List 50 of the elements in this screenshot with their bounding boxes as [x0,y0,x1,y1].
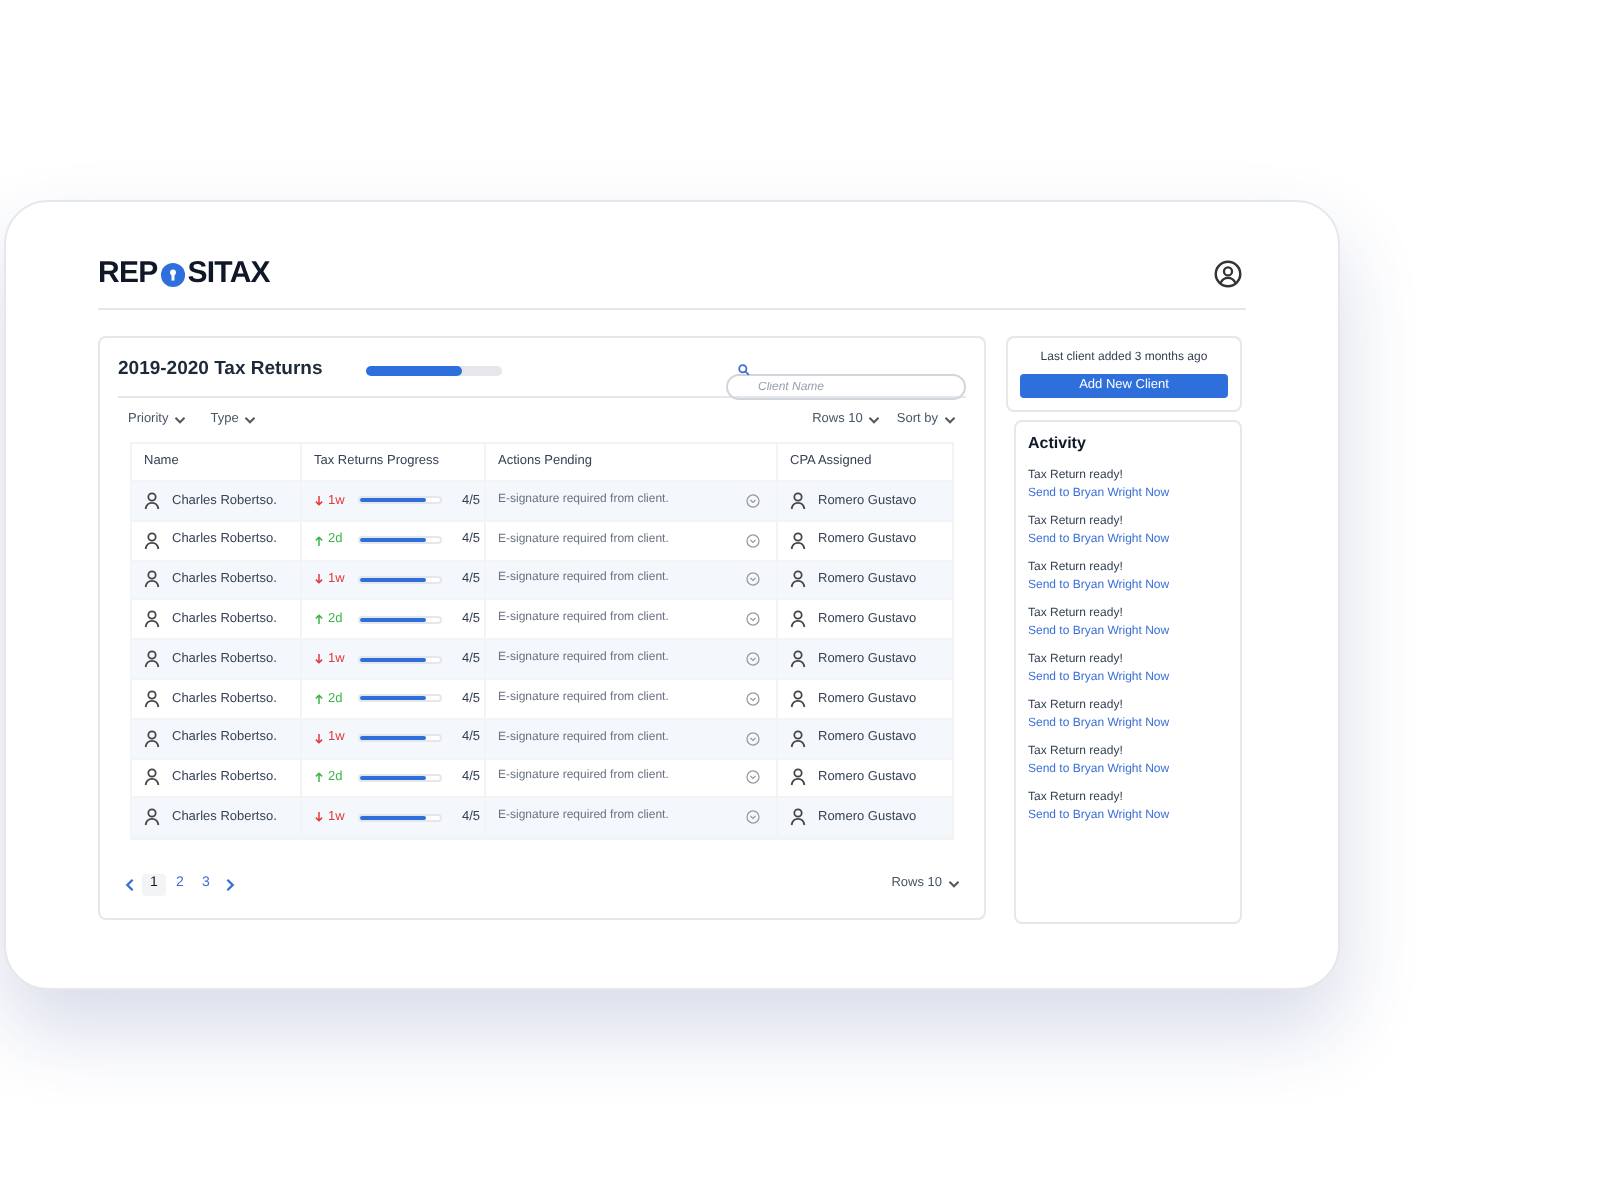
person-icon [790,729,806,748]
chevron-down-icon [244,416,257,424]
chevron-down-icon [944,416,956,424]
chevron-down-icon [174,416,187,424]
person-icon [790,570,806,589]
down-arrow-icon [314,810,324,825]
person-icon [144,768,160,787]
chevron-down-icon [948,880,960,888]
logo-text: REP [98,253,158,294]
person-icon [144,808,160,827]
down-arrow-icon [314,572,324,587]
search-icon [738,364,750,376]
person-icon [790,491,806,510]
person-icon [790,689,806,708]
up-arrow-icon [314,691,324,706]
up-arrow-icon [314,612,324,627]
activity-title: Activity [1028,432,1088,456]
next-page-icon[interactable] [224,877,236,891]
person-icon [144,689,160,708]
logo-text: SITAX [187,253,270,294]
person-icon [790,610,806,629]
up-arrow-icon [314,770,324,785]
keyhole-logo-icon [159,261,186,287]
up-arrow-icon [314,533,324,548]
chevron-circle-icon[interactable] [746,652,760,667]
person-icon [144,729,160,748]
chevron-circle-icon[interactable] [746,533,760,548]
down-arrow-icon [314,493,324,508]
person-icon [144,610,160,629]
down-arrow-icon [314,652,324,667]
chevron-circle-icon[interactable] [746,691,760,706]
person-icon [144,650,160,669]
chevron-circle-icon[interactable] [746,572,760,587]
previous-page-icon[interactable] [124,877,136,891]
person-icon [144,570,160,589]
user-account-icon[interactable] [1214,260,1242,288]
down-arrow-icon [314,731,324,746]
chevron-circle-icon[interactable] [746,493,760,508]
person-icon [790,650,806,669]
person-icon [144,491,160,510]
person-icon [790,531,806,550]
person-icon [790,808,806,827]
chevron-circle-icon[interactable] [746,612,760,627]
chevron-circle-icon[interactable] [746,810,760,825]
chevron-circle-icon[interactable] [746,731,760,746]
person-icon [790,768,806,787]
person-icon [144,531,160,550]
chevron-circle-icon[interactable] [746,770,760,785]
card-title: 2019-2020 Tax Returns [118,355,325,384]
chevron-down-icon [868,416,881,424]
